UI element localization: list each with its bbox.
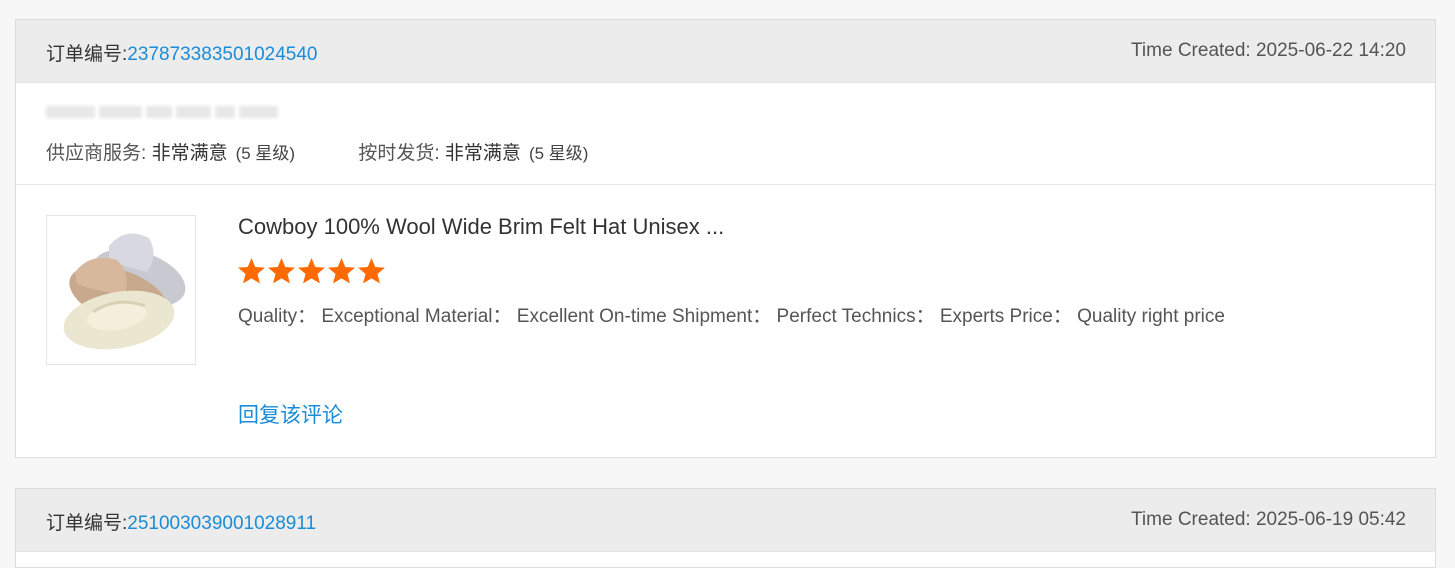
star-icon — [298, 258, 325, 284]
order-number-label: 订单编号:237873383501024540 — [46, 44, 318, 65]
on-time-value: 非常满意 — [444, 143, 521, 164]
cowboy-hat-image — [63, 233, 186, 350]
review-tags: Quality： Exceptional Material： Excellent… — [238, 306, 1225, 327]
star-icon — [328, 258, 355, 284]
on-time-label: 按时发货: — [358, 143, 440, 164]
star-icon — [238, 258, 265, 284]
on-time-stars: (5 星级) — [528, 144, 589, 163]
time-created: Time Created: 2025-06-19 05:42 — [1131, 509, 1406, 530]
blurred-buyer-name — [46, 103, 278, 121]
supplier-service-label: 供应商服务: — [46, 143, 147, 164]
order-number-label: 订单编号:251003039001028911 — [46, 513, 317, 534]
review-card: 订单编号:251003039001028911 Time Created: 20… — [15, 488, 1436, 568]
supplier-service-value: 非常满意 — [151, 143, 228, 164]
order-number-link[interactable]: 251003039001028911 — [127, 513, 316, 534]
time-created: Time Created: 2025-06-22 14:20 — [1131, 40, 1406, 61]
card-header: 订单编号:251003039001028911 Time Created: 20… — [16, 489, 1435, 552]
reply-review-link[interactable]: 回复该评论 — [238, 399, 343, 429]
product-thumbnail[interactable] — [46, 215, 196, 365]
star-icon — [358, 258, 385, 284]
order-number-link[interactable]: 237873383501024540 — [127, 44, 317, 65]
seller-ratings: 供应商服务: 非常满意 (5 星级) 按时发货: 非常满意 (5 星级) — [46, 138, 588, 165]
product-title-link[interactable]: Cowboy 100% Wool Wide Brim Felt Hat Unis… — [238, 214, 724, 240]
rating-stars — [237, 257, 386, 285]
divider — [16, 184, 1435, 185]
star-icon — [268, 258, 295, 284]
review-card: 订单编号:237873383501024540 Time Created: 20… — [15, 19, 1436, 458]
supplier-service-stars: (5 星级) — [235, 144, 296, 163]
card-header: 订单编号:237873383501024540 Time Created: 20… — [16, 20, 1435, 83]
